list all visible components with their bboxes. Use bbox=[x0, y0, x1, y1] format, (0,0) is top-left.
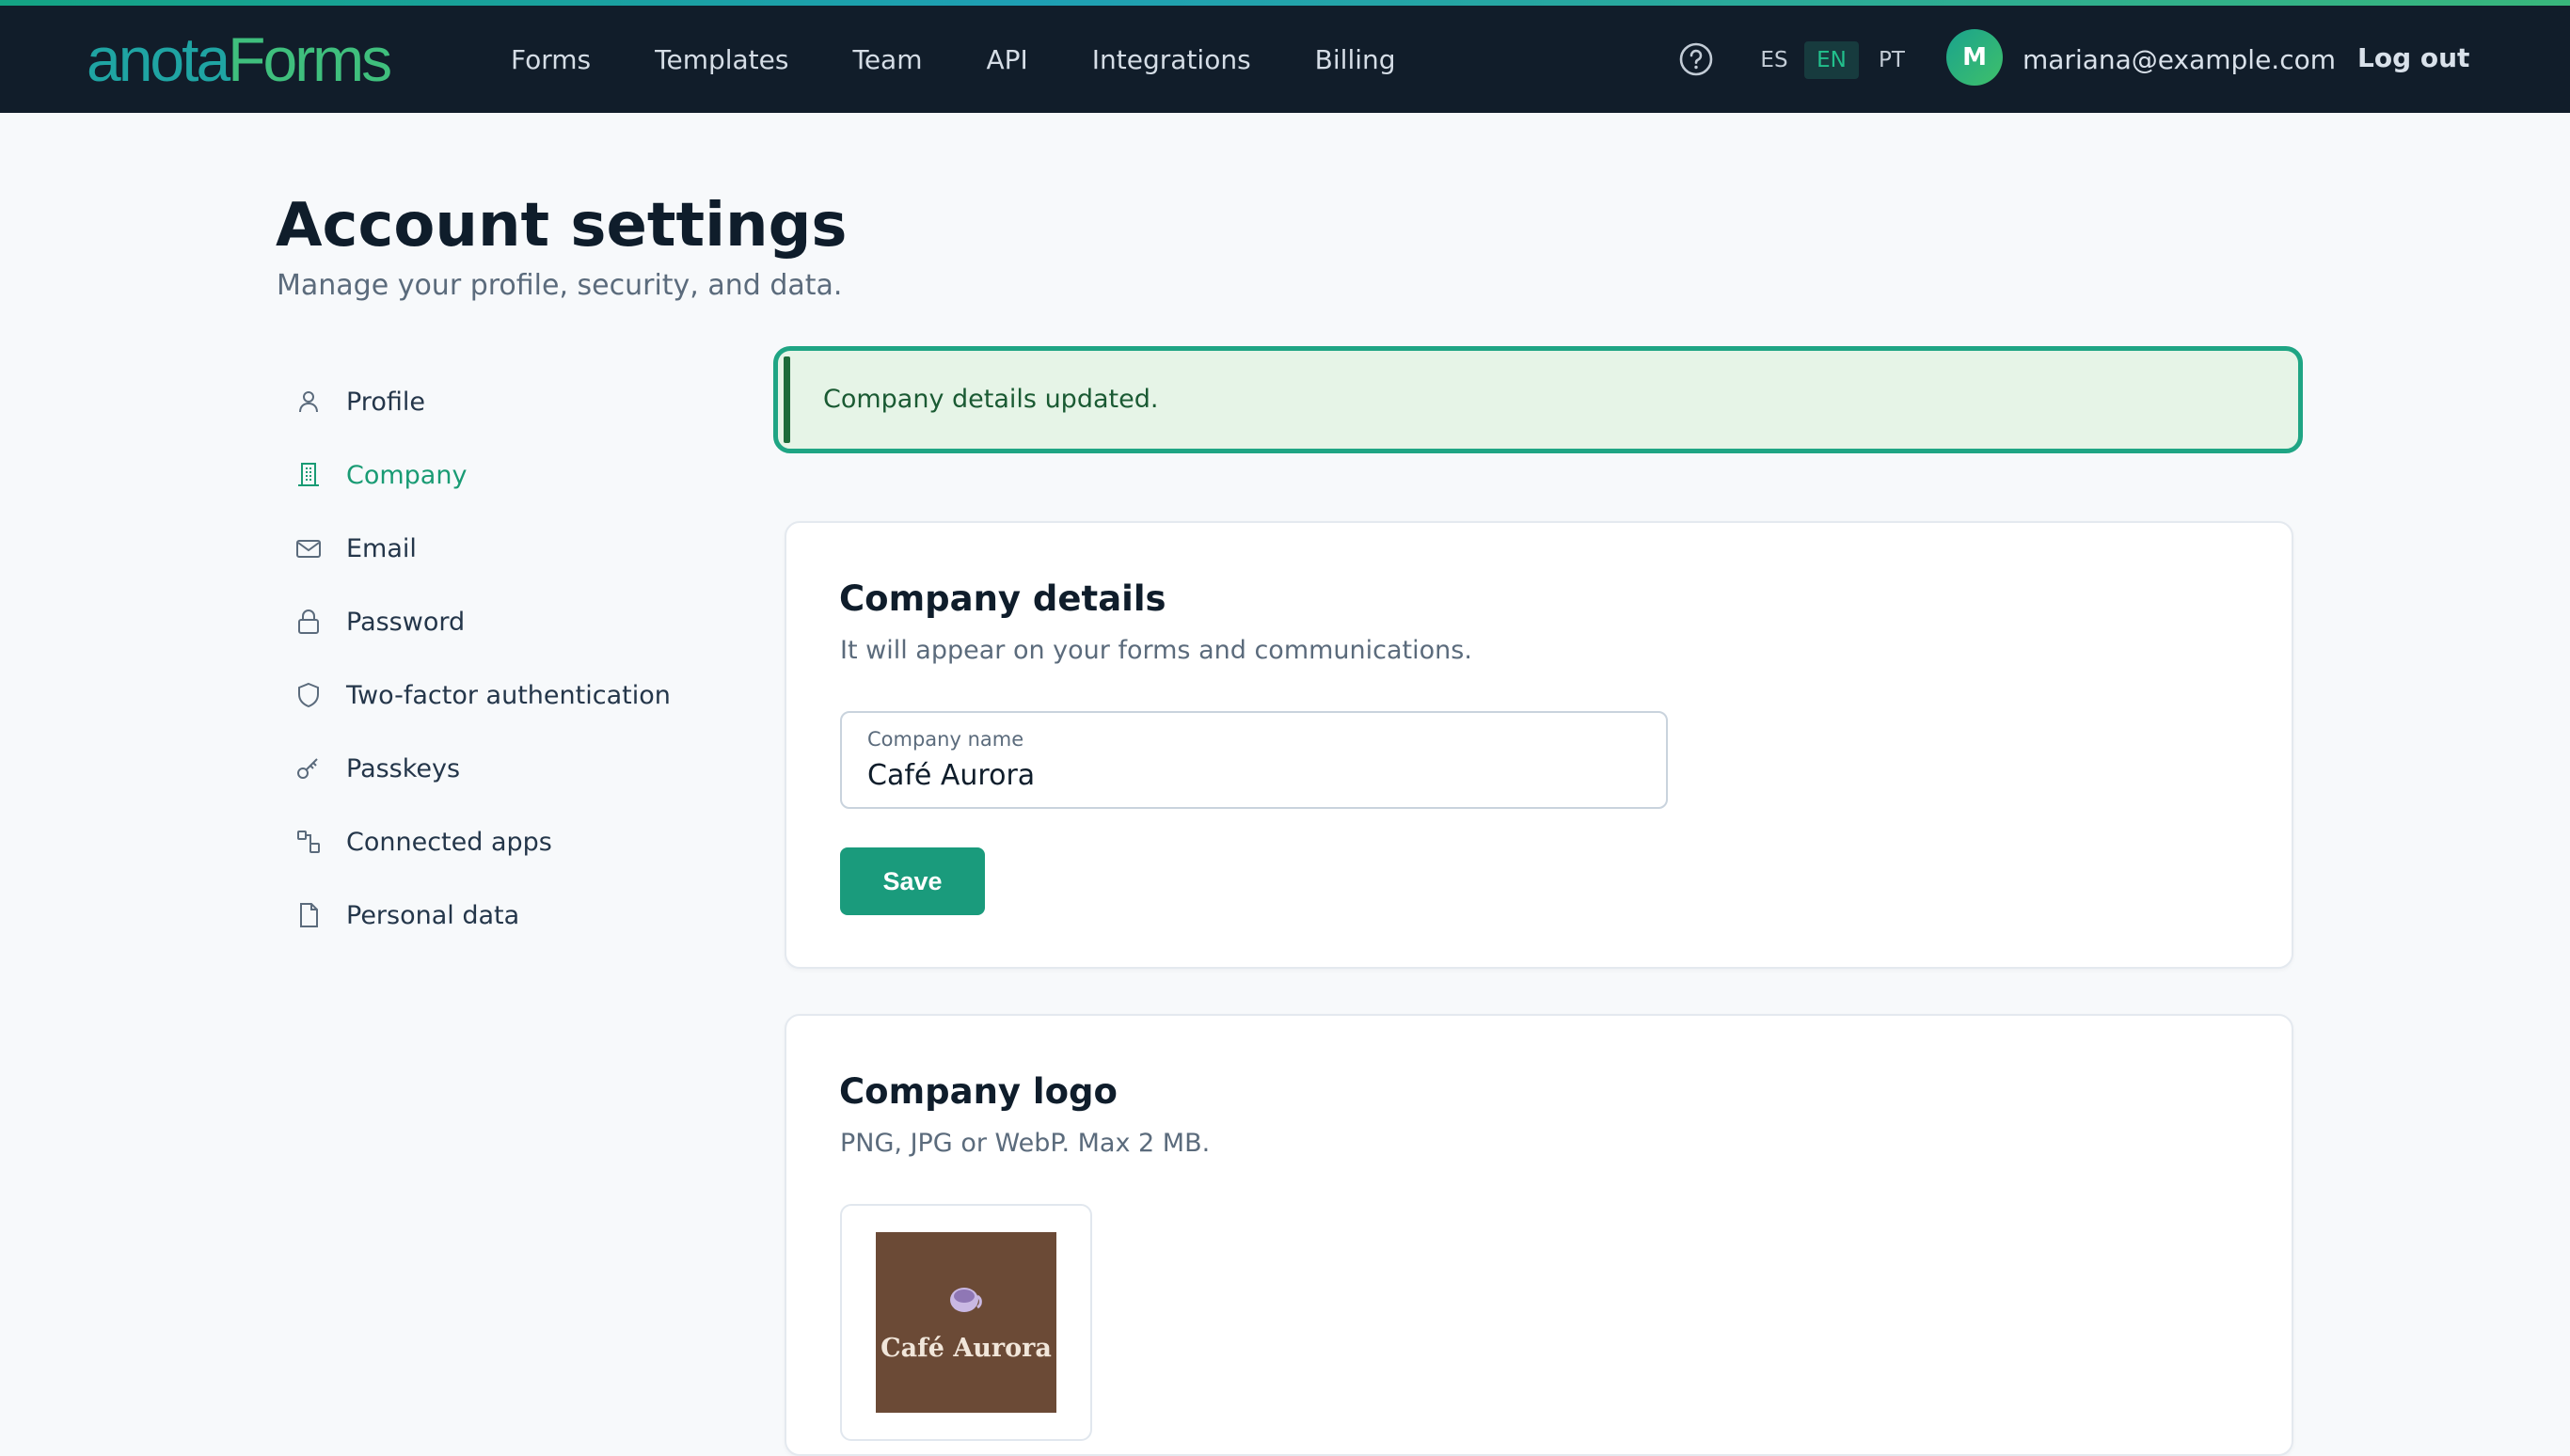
lang-pt[interactable]: PT bbox=[1864, 41, 1919, 79]
sidebar-item-two-factor[interactable]: Two-factor authentication bbox=[292, 658, 724, 732]
user-email[interactable]: mariana@example.com bbox=[2023, 41, 2336, 79]
sidebar-item-label: Two-factor authentication bbox=[346, 680, 671, 710]
company-logo-image: Café Aurora bbox=[876, 1232, 1056, 1413]
logo-image-text: Café Aurora bbox=[880, 1334, 1052, 1363]
company-logo-card: Company logo PNG, JPG or WebP. Max 2 MB.… bbox=[785, 1014, 2293, 1456]
nav-link-team[interactable]: Team bbox=[852, 44, 922, 75]
company-details-subtitle: It will appear on your forms and communi… bbox=[840, 636, 1472, 665]
sidebar-item-password[interactable]: Password bbox=[292, 585, 724, 658]
connected-apps-icon bbox=[292, 825, 325, 859]
user-icon bbox=[292, 385, 325, 419]
shield-icon bbox=[292, 678, 325, 712]
sidebar-item-label: Passkeys bbox=[346, 753, 461, 783]
company-logo-subtitle: PNG, JPG or WebP. Max 2 MB. bbox=[840, 1129, 1211, 1158]
company-name-label: Company name bbox=[867, 728, 1024, 751]
sidebar-item-label: Password bbox=[346, 607, 466, 637]
alert-accent-bar bbox=[784, 356, 790, 443]
save-button[interactable]: Save bbox=[840, 847, 985, 915]
sidebar-item-profile[interactable]: Profile bbox=[292, 365, 724, 438]
lock-icon bbox=[292, 605, 325, 639]
sidebar-item-label: Company bbox=[346, 460, 468, 490]
brand-logo[interactable]: anotaForms bbox=[87, 24, 392, 94]
coffee-cup-icon bbox=[944, 1279, 991, 1326]
sidebar-item-email[interactable]: Email bbox=[292, 512, 724, 585]
nav-link-api[interactable]: API bbox=[987, 44, 1028, 75]
alert-message: Company details updated. bbox=[823, 385, 1159, 414]
sidebar-item-personal-data[interactable]: Personal data bbox=[292, 878, 724, 952]
company-logo-title: Company logo bbox=[839, 1071, 1118, 1112]
page-title: Account settings bbox=[276, 191, 848, 261]
success-alert: Company details updated. bbox=[773, 346, 2303, 453]
nav-link-forms[interactable]: Forms bbox=[511, 44, 591, 75]
main-nav: Forms Templates Team API Integrations Bi… bbox=[511, 6, 1460, 113]
company-details-card: Company details It will appear on your f… bbox=[785, 521, 2293, 969]
sidebar-item-company[interactable]: Company bbox=[292, 438, 724, 512]
sidebar-item-passkeys[interactable]: Passkeys bbox=[292, 732, 724, 805]
brand-logo-part1: anota bbox=[87, 24, 230, 94]
mail-icon bbox=[292, 531, 325, 565]
top-navbar: anotaForms Forms Templates Team API Inte… bbox=[0, 6, 2570, 113]
logout-button[interactable]: Log out bbox=[2357, 40, 2469, 77]
sidebar-item-connected-apps[interactable]: Connected apps bbox=[292, 805, 724, 878]
avatar[interactable]: M bbox=[1946, 29, 2003, 86]
company-details-title: Company details bbox=[839, 578, 1166, 619]
building-icon bbox=[292, 458, 325, 492]
settings-sidebar: Profile Company Email Password Two-facto… bbox=[292, 365, 724, 952]
sidebar-item-label: Email bbox=[346, 533, 417, 563]
nav-link-templates[interactable]: Templates bbox=[655, 44, 788, 75]
sidebar-item-label: Personal data bbox=[346, 900, 520, 930]
logo-preview-box[interactable]: Café Aurora bbox=[840, 1204, 1092, 1441]
nav-link-integrations[interactable]: Integrations bbox=[1092, 44, 1251, 75]
nav-link-billing[interactable]: Billing bbox=[1315, 44, 1396, 75]
company-name-input[interactable] bbox=[867, 756, 1639, 794]
company-name-field[interactable]: Company name bbox=[840, 711, 1668, 809]
sidebar-item-label: Connected apps bbox=[346, 827, 552, 857]
file-icon bbox=[292, 898, 325, 932]
key-icon bbox=[292, 752, 325, 785]
lang-en[interactable]: EN bbox=[1804, 41, 1859, 79]
brand-logo-part2: Forms bbox=[228, 24, 392, 94]
sidebar-item-label: Profile bbox=[346, 387, 425, 417]
page-subtitle: Manage your profile, security, and data. bbox=[277, 269, 843, 302]
help-icon[interactable] bbox=[1677, 40, 1715, 78]
lang-es[interactable]: ES bbox=[1747, 41, 1801, 79]
